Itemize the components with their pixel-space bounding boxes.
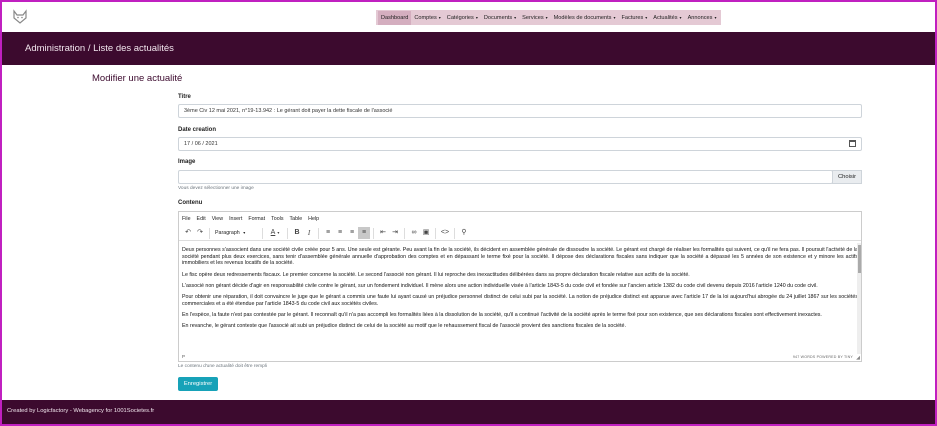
content-paragraph: Le fisc opère deux redressements fiscaux… (182, 271, 690, 278)
nav-comptes-label: Comptes (414, 14, 437, 21)
nav-factures[interactable]: Factures ▾ (619, 15, 651, 21)
toolbar-divider (435, 227, 436, 239)
word-count: 947 WORDS POWERED BY TINY (792, 355, 853, 359)
code-icon[interactable]: <> (439, 227, 451, 239)
chevron-down-icon: ▾ (613, 14, 616, 20)
calendar-icon[interactable] (849, 140, 856, 147)
editor-statusbar: P 947 WORDS POWERED BY TINY ◢ (179, 354, 861, 362)
fox-logo-icon[interactable] (12, 9, 28, 25)
nav-actualites-label: Actualités (653, 14, 678, 21)
chevron-down-icon: ▾ (545, 14, 548, 20)
nav-comptes[interactable]: Comptes ▾ (411, 15, 443, 21)
resize-handle-icon[interactable]: ◢ (856, 355, 860, 361)
align-center-icon[interactable]: ≡ (334, 227, 346, 239)
toolbar-divider (454, 227, 455, 239)
save-button[interactable]: Enregistrer (178, 377, 218, 391)
date-label: Date creation (178, 127, 217, 133)
menu-file[interactable]: File (182, 216, 191, 222)
menu-tools[interactable]: Tools (271, 216, 283, 222)
contenu-hint: Le contenu d'une actualité doit être rem… (178, 364, 267, 369)
footer: Created by Logicfactory - Webagency for … (2, 400, 935, 424)
footer-credit: Created by Logicfactory - Webagency for … (7, 408, 155, 414)
menu-table[interactable]: Table (289, 216, 302, 222)
nav-modeles-label: Modèles de documents (553, 14, 612, 21)
align-left-icon[interactable]: ≡ (322, 227, 334, 239)
editor-toolbar: ↶ ↷ Paragraph ▾ A ▾ B I ≡ ≡ ≡ ≡ ⇤ ⇥ ∞ ▣ <… (179, 226, 861, 241)
nav-categories[interactable]: Catégories ▾ (444, 15, 481, 21)
nav-modeles[interactable]: Modèles de documents ▾ (551, 15, 619, 21)
chevron-down-icon: ▾ (679, 14, 682, 20)
nav-actualites[interactable]: Actualités ▾ (650, 15, 684, 21)
text-color-icon[interactable]: A ▾ (266, 227, 284, 239)
undo-icon[interactable]: ↶ (182, 227, 194, 239)
nav-categories-label: Catégories (446, 14, 474, 21)
align-justify-icon[interactable]: ≡ (358, 227, 370, 239)
titre-label: Titre (178, 94, 191, 100)
image-label: Image (178, 159, 196, 165)
image-file-input[interactable] (178, 170, 833, 184)
redo-icon[interactable]: ↷ (194, 227, 206, 239)
nav-documents[interactable]: Documents ▾ (481, 15, 519, 21)
menu-format[interactable]: Format (248, 216, 265, 222)
image-icon[interactable]: ▣ (420, 227, 432, 239)
titre-input[interactable]: 3ème Civ 12 mai 2021, n°19-13.942 : Le g… (178, 104, 862, 118)
nav-dashboard[interactable]: Dashboard (378, 10, 412, 25)
nav-services[interactable]: Services ▾ (519, 15, 550, 21)
menu-view[interactable]: View (212, 216, 223, 222)
indent-icon[interactable]: ⇥ (389, 227, 401, 239)
content-paragraph: En l'espèce, la faute n'est pas contesté… (182, 311, 822, 318)
editor-scroll-thumb[interactable] (858, 245, 861, 273)
nav-annonces-label: Annonces (687, 14, 713, 21)
rich-text-editor: File Edit View Insert Format Tools Table… (178, 211, 862, 362)
chevron-down-icon: ▾ (645, 14, 648, 20)
toolbar-divider (262, 227, 263, 239)
choose-file-button[interactable]: Choisir (832, 170, 862, 184)
toolbar-divider (404, 227, 405, 239)
contenu-label: Contenu (178, 200, 203, 206)
nav-annonces[interactable]: Annonces ▾ (685, 15, 720, 21)
menu-help[interactable]: Help (308, 216, 319, 222)
chevron-down-icon: ▾ (243, 230, 246, 235)
chevron-down-icon: ▾ (514, 14, 517, 20)
content-paragraph: Deux personnes s'associent dans une soci… (182, 247, 858, 267)
element-path[interactable]: P (182, 354, 185, 359)
menu-insert[interactable]: Insert (229, 216, 242, 222)
image-hint: Vous devez sélectionner une image (178, 186, 254, 191)
editor-content[interactable]: Deux personnes s'associent dans une soci… (179, 243, 861, 354)
date-value: 17 / 06 / 2021 (184, 141, 218, 147)
toolbar-divider (287, 227, 288, 239)
nav-services-label: Services (522, 14, 544, 21)
outdent-icon[interactable]: ⇤ (377, 227, 389, 239)
toolbar-divider (373, 227, 374, 239)
bold-icon[interactable]: B (291, 227, 303, 239)
align-right-icon[interactable]: ≡ (346, 227, 358, 239)
page-title: Modifier une actualité (92, 73, 183, 84)
header-banner: Administration / Liste des actualités (2, 32, 935, 65)
chevron-down-icon: ▾ (714, 14, 717, 20)
top-navigation-bar: Dashboard Comptes ▾ Catégories ▾ Documents… (2, 2, 935, 32)
link-icon[interactable]: ∞ (408, 227, 420, 239)
block-format-select[interactable]: Paragraph ▾ (213, 230, 259, 236)
nav-documents-label: Documents (483, 14, 513, 21)
chevron-down-icon: ▾ (475, 14, 478, 20)
nav-factures-label: Factures (621, 14, 644, 21)
italic-icon[interactable]: I (303, 227, 315, 239)
toolbar-divider (209, 227, 210, 239)
block-format-value: Paragraph (215, 230, 240, 236)
chevron-down-icon: ▾ (438, 14, 441, 20)
date-input[interactable]: 17 / 06 / 2021 (178, 137, 862, 151)
content-paragraph: En revanche, le gérant conteste que l'as… (182, 323, 626, 330)
user-icon[interactable]: ⚲ (458, 227, 470, 239)
editor-menubar: File Edit View Insert Format Tools Table… (179, 212, 861, 225)
menu-edit[interactable]: Edit (197, 216, 206, 222)
breadcrumb: Administration / Liste des actualités (25, 43, 174, 54)
toolbar-divider (318, 227, 319, 239)
content-paragraph: L'associé non gérant décide d'agir en re… (182, 282, 818, 289)
main-menu: Dashboard Comptes ▾ Catégories ▾ Documents… (376, 10, 722, 25)
content-paragraph: Pour obtenir une réparation, il doit con… (182, 294, 858, 307)
